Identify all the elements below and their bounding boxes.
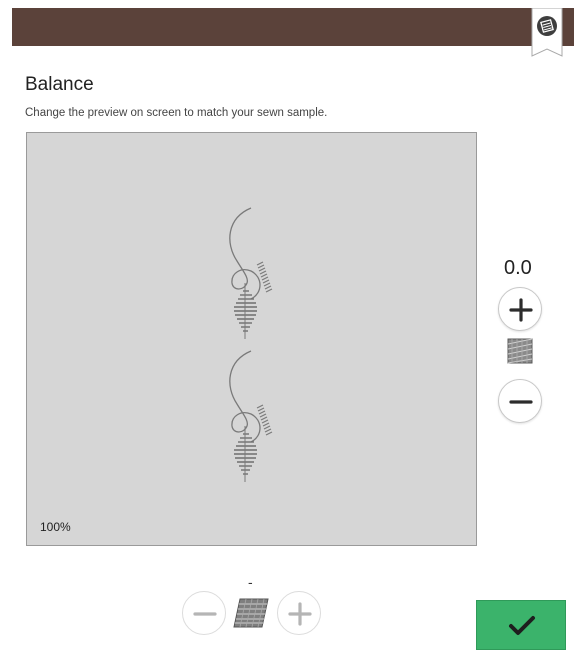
vertical-increase-button[interactable]	[498, 287, 542, 331]
confirm-button[interactable]	[476, 600, 566, 650]
minus-icon	[193, 612, 217, 616]
horizontal-decrease-button[interactable]	[182, 591, 226, 635]
zoom-level: 100%	[40, 520, 71, 534]
page-subtitle: Change the preview on screen to match yo…	[25, 107, 328, 119]
vertical-balance-value: 0.0	[504, 257, 532, 279]
stitch-info-icon[interactable]	[530, 7, 564, 58]
stitch-preview-image	[229, 207, 273, 483]
horizontal-increase-button[interactable]	[277, 591, 321, 635]
plus-icon	[509, 298, 533, 322]
horizontal-balance-value: -	[248, 574, 253, 590]
horizontal-balance-icon	[230, 597, 272, 629]
stitch-preview[interactable]: 100%	[26, 132, 477, 546]
vertical-decrease-button[interactable]	[498, 379, 542, 423]
checkmark-icon	[509, 616, 535, 635]
plus-icon	[288, 602, 312, 626]
vertical-balance-icon	[505, 336, 535, 366]
top-bar	[12, 8, 574, 46]
minus-icon	[509, 400, 533, 404]
page-title: Balance	[25, 74, 94, 95]
